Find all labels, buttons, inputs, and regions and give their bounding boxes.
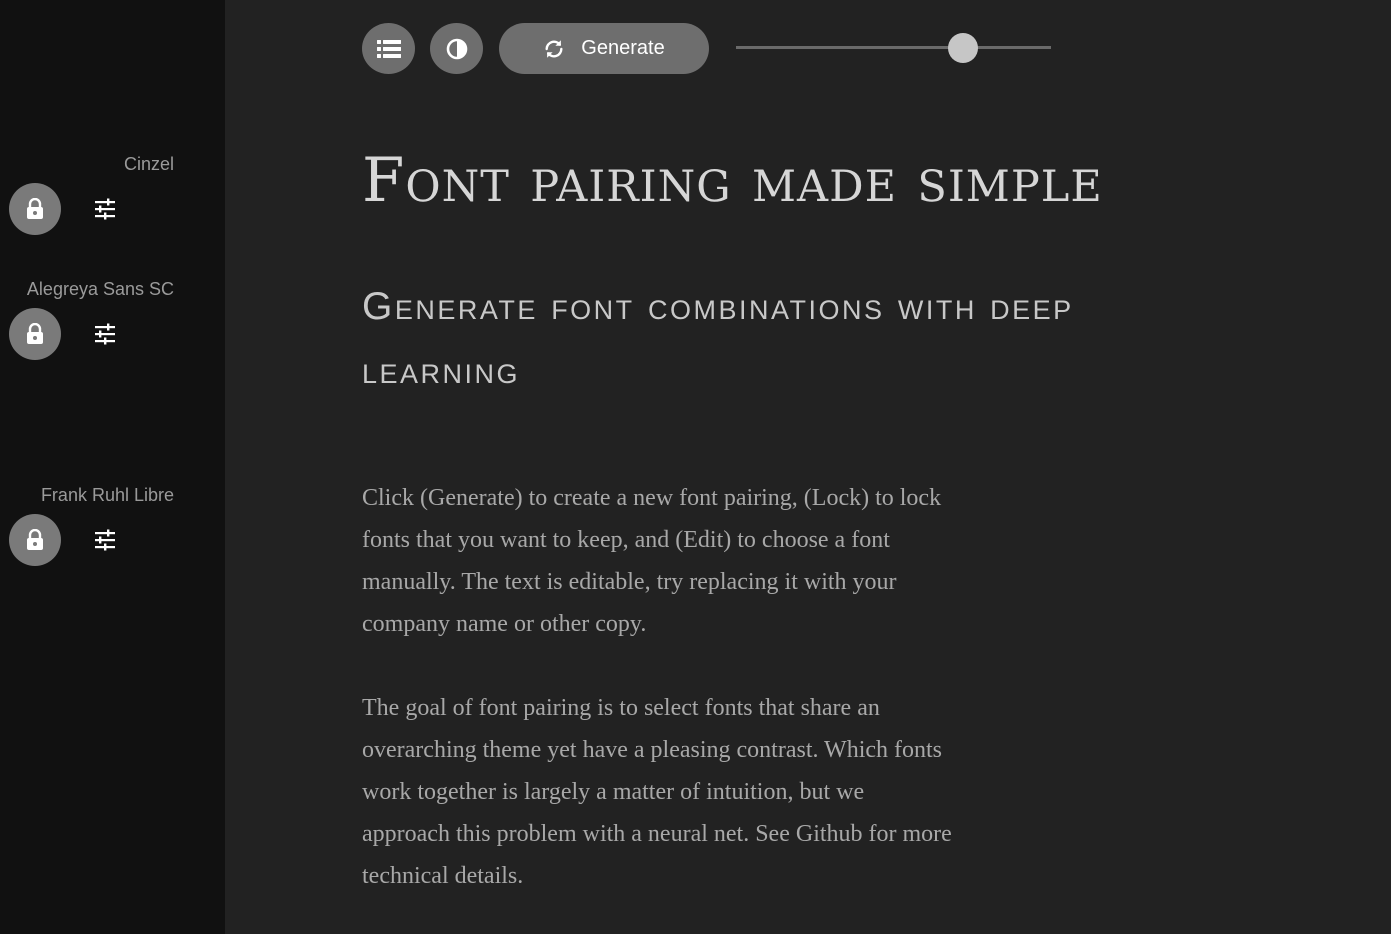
tune-icon — [95, 323, 115, 345]
font-group-body: Frank Ruhl Libre — [0, 484, 174, 566]
font-name-subheading: Alegreya Sans SC — [26, 279, 174, 299]
page-title[interactable]: Font pairing made simple — [362, 145, 1103, 216]
generate-label: Generate — [581, 37, 665, 59]
edit-button-heading[interactable] — [92, 196, 118, 222]
lock-button-subheading[interactable] — [9, 308, 61, 360]
edit-button-body[interactable] — [92, 527, 118, 553]
font-group-heading: Cinzel — [0, 153, 174, 235]
lock-icon — [27, 198, 43, 219]
lock-button-body[interactable] — [9, 514, 61, 566]
font-group-subheading: Alegreya Sans SC — [0, 278, 174, 360]
body-paragraph-1[interactable]: Click (Generate) to create a new font pa… — [362, 477, 952, 645]
main-content: Generate Font pairing made simple Genera… — [225, 0, 1391, 934]
slider-track — [736, 46, 1051, 49]
lock-button-heading[interactable] — [9, 183, 61, 235]
generate-button[interactable]: Generate — [499, 23, 709, 74]
size-slider[interactable] — [736, 33, 1051, 63]
lock-icon — [27, 323, 43, 344]
sidebar: Cinzel Alegreya Sans SC Frank Ruhl Libre — [0, 0, 225, 934]
list-icon — [376, 39, 401, 58]
tune-icon — [95, 529, 115, 551]
contrast-icon — [446, 38, 467, 59]
refresh-icon — [545, 39, 563, 58]
tune-icon — [95, 198, 115, 220]
edit-button-subheading[interactable] — [92, 321, 118, 347]
font-name-body: Frank Ruhl Libre — [40, 485, 174, 505]
contrast-toggle-button[interactable] — [430, 23, 483, 74]
font-controls — [0, 183, 174, 235]
font-name-heading: Cinzel — [123, 154, 174, 174]
font-controls — [0, 308, 174, 360]
lock-icon — [27, 529, 43, 550]
page-subtitle[interactable]: Generate font combinations with deep lea… — [362, 275, 1122, 403]
body-paragraph-2[interactable]: The goal of font pairing is to select fo… — [362, 687, 952, 897]
slider-thumb[interactable] — [947, 33, 978, 63]
list-button[interactable] — [362, 23, 415, 74]
font-controls — [0, 514, 174, 566]
